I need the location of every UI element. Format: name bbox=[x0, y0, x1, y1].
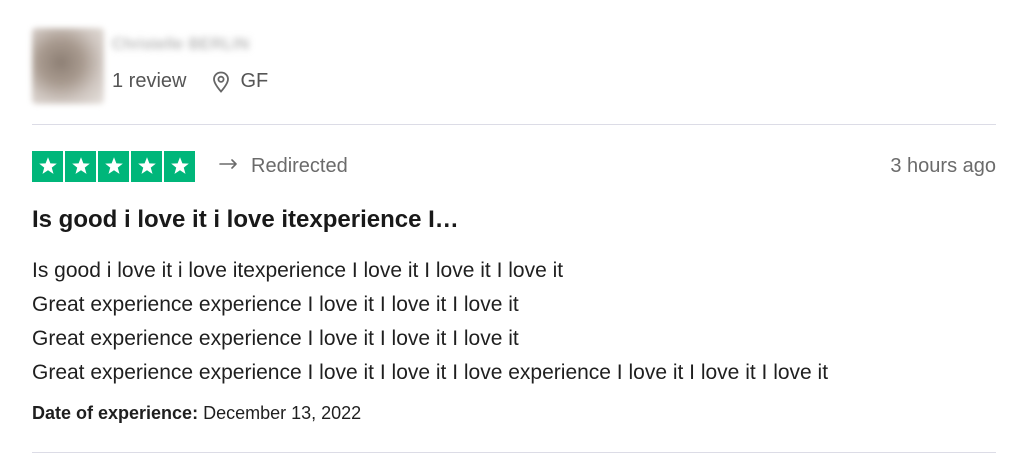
star-icon bbox=[32, 150, 63, 182]
date-value: December 13, 2022 bbox=[203, 403, 362, 423]
redirect-arrow-icon bbox=[219, 159, 237, 169]
review-line: Great experience experience I love it I … bbox=[32, 327, 519, 350]
review-title[interactable]: Is good i love it i love itexperience I… bbox=[32, 206, 459, 234]
review-card: Christelle BERLIN 1 review GF Redirected… bbox=[0, 0, 1024, 460]
date-of-experience: Date of experience: December 13, 2022 bbox=[32, 403, 361, 424]
redirected-label[interactable]: Redirected bbox=[219, 155, 348, 178]
star-icon bbox=[65, 150, 96, 182]
date-label: Date of experience: bbox=[32, 403, 199, 423]
star-rating bbox=[32, 150, 195, 182]
review-line: Great experience experience I love it I … bbox=[32, 293, 519, 316]
star-icon bbox=[164, 150, 195, 182]
redirected-text: Redirected bbox=[251, 154, 348, 177]
review-body: Is good i love it i love itexperience I … bbox=[32, 254, 1002, 390]
star-icon bbox=[98, 150, 129, 182]
avatar[interactable] bbox=[32, 28, 104, 104]
reviewer-meta: 1 review GF bbox=[112, 70, 268, 93]
location-pin-icon bbox=[213, 71, 230, 93]
star-icon bbox=[131, 150, 162, 182]
reviewer-location: GF bbox=[240, 70, 269, 92]
rating-row: Redirected 3 hours ago bbox=[32, 149, 996, 183]
review-count: 1 review bbox=[112, 70, 187, 92]
divider bbox=[32, 124, 996, 125]
reviewer-header: Christelle BERLIN 1 review GF bbox=[32, 28, 268, 108]
review-line: Is good i love it i love itexperience I … bbox=[32, 259, 564, 282]
divider bbox=[32, 452, 996, 453]
review-line: Great experience experience I love it I … bbox=[32, 361, 829, 384]
reviewer-info: Christelle BERLIN 1 review GF bbox=[112, 28, 268, 93]
reviewer-name[interactable]: Christelle BERLIN bbox=[112, 36, 268, 54]
review-time: 3 hours ago bbox=[890, 154, 996, 177]
